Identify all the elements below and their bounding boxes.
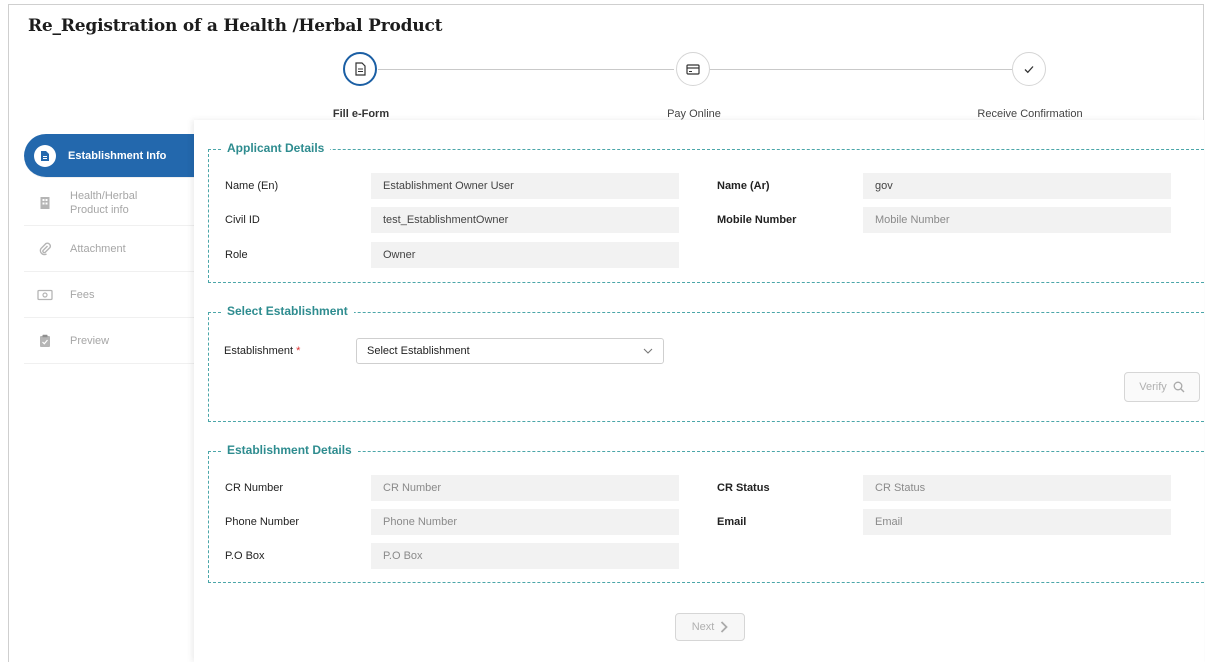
establishment-label: Establishment xyxy=(224,345,294,357)
money-icon xyxy=(36,286,54,304)
po-box-field[interactable]: P.O Box xyxy=(371,543,679,569)
field-label: Mobile Number xyxy=(717,214,797,226)
check-icon xyxy=(1024,66,1034,74)
progress-stepper: Fill e-Form Pay Online Receive Confirmat… xyxy=(0,50,1205,120)
document-icon xyxy=(355,62,366,76)
next-button[interactable]: Next xyxy=(675,613,745,641)
field-label: P.O Box xyxy=(225,550,265,562)
select-establishment-section: Select Establishment xyxy=(208,304,1204,422)
field-label: Civil ID xyxy=(225,214,260,226)
mobile-number-field[interactable]: Mobile Number xyxy=(863,207,1171,233)
sidebar: Establishment Info Health/Herbal Product… xyxy=(24,134,194,364)
name-ar-field[interactable]: gov xyxy=(863,173,1171,199)
form-row: CR Number CR Number CR Status CR Status xyxy=(209,475,1205,501)
applicant-details-section: Applicant Details Name (En) Establishmen… xyxy=(208,141,1205,283)
clipboard-icon xyxy=(36,332,54,350)
sidebar-item-product-info[interactable]: Health/Herbal Product info xyxy=(24,180,194,226)
field-label: Role xyxy=(225,249,248,261)
chevron-down-icon xyxy=(643,339,653,372)
sidebar-item-label: Establishment Info xyxy=(68,149,167,162)
search-icon xyxy=(1173,381,1185,393)
section-title: Select Establishment xyxy=(221,304,354,318)
step-label: Fill e-Form xyxy=(332,108,390,120)
establishment-details-section: Establishment Details CR Number CR Numbe… xyxy=(208,443,1205,583)
field-label: CR Number xyxy=(225,482,284,494)
section-title: Establishment Details xyxy=(221,443,358,457)
form-row: P.O Box P.O Box xyxy=(209,543,1205,569)
field-label: Establishment * xyxy=(224,345,300,357)
verify-button[interactable]: Verify xyxy=(1124,372,1200,402)
role-field[interactable]: Owner xyxy=(371,242,679,268)
form-row: Phone Number Phone Number Email Email xyxy=(209,509,1205,535)
step-pay-online xyxy=(676,52,710,86)
step-label: Receive Confirmation xyxy=(977,108,1083,120)
form-row: Name (En) Establishment Owner User Name … xyxy=(209,173,1205,199)
cr-status-field[interactable]: CR Status xyxy=(863,475,1171,501)
cr-number-field[interactable]: CR Number xyxy=(371,475,679,501)
required-mark: * xyxy=(296,345,301,357)
form-row: Role Owner xyxy=(209,242,1205,268)
field-label: Name (Ar) xyxy=(717,180,770,192)
email-field[interactable]: Email xyxy=(863,509,1171,535)
sidebar-item-label: Attachment xyxy=(70,242,126,255)
sidebar-item-attachment[interactable]: Attachment xyxy=(24,226,194,272)
phone-number-field[interactable]: Phone Number xyxy=(371,509,679,535)
section-title: Applicant Details xyxy=(221,141,331,155)
establishment-select[interactable]: Select Establishment xyxy=(356,338,664,364)
document-icon xyxy=(34,144,56,167)
field-label: Email xyxy=(717,516,747,528)
sidebar-item-label: Fees xyxy=(70,288,95,301)
form-row: Civil ID test_EstablishmentOwner Mobile … xyxy=(209,207,1205,233)
field-label: CR Status xyxy=(717,482,770,494)
form-panel: Applicant Details Name (En) Establishmen… xyxy=(194,120,1204,662)
page-title: Re_Registration of a Health /Herbal Prod… xyxy=(28,16,443,36)
step-fill-eform xyxy=(343,52,377,86)
sidebar-item-establishment-info[interactable]: Establishment Info xyxy=(24,134,194,178)
step-receive-confirmation xyxy=(1012,52,1046,86)
verify-label: Verify xyxy=(1139,381,1167,393)
select-value: Select Establishment xyxy=(367,345,470,357)
sidebar-item-label: Health/Herbal Product info xyxy=(70,189,138,216)
field-label: Name (En) xyxy=(225,180,279,192)
card-icon xyxy=(686,64,700,75)
step-connector xyxy=(710,69,1012,70)
next-label: Next xyxy=(691,621,715,633)
civil-id-field[interactable]: test_EstablishmentOwner xyxy=(371,207,679,233)
field-label: Phone Number xyxy=(225,516,299,528)
paperclip-icon xyxy=(36,240,54,258)
name-en-field[interactable]: Establishment Owner User xyxy=(371,173,679,199)
step-label: Pay Online xyxy=(667,108,721,120)
sidebar-item-preview[interactable]: Preview xyxy=(24,318,194,364)
chevron-right-icon xyxy=(721,621,729,633)
step-connector xyxy=(378,69,674,70)
sidebar-item-fees[interactable]: Fees xyxy=(24,272,194,318)
sidebar-item-label: Preview xyxy=(70,334,110,347)
building-icon xyxy=(36,194,54,212)
